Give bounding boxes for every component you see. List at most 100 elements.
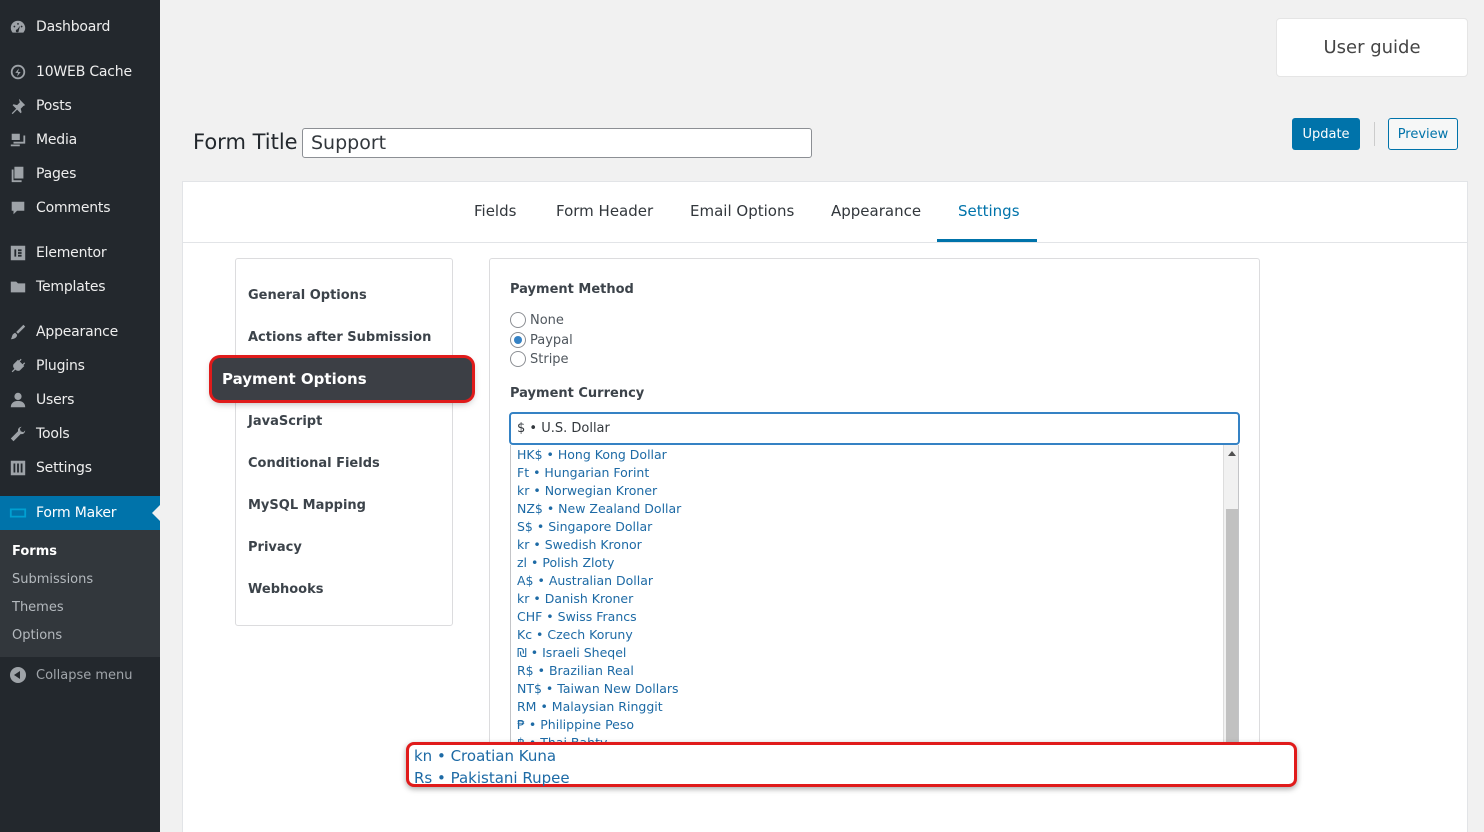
payment-method-title: Payment Method [510,282,634,297]
sidebar-item-posts[interactable]: Posts [0,89,160,123]
scroll-up-arrow-icon[interactable] [1228,451,1236,456]
pages-icon [0,165,36,183]
dropdown-scrollbar[interactable] [1223,445,1238,744]
currency-option[interactable]: HK$ • Hong Kong Dollar [517,447,667,462]
preview-button[interactable]: Preview [1388,118,1458,150]
radio-label: Stripe [530,351,569,367]
settings-nav-privacy[interactable]: Privacy [248,540,302,555]
radio-button[interactable] [510,351,526,367]
currency-option[interactable]: Kc • Czech Koruny [517,627,633,642]
settings-nav-actions-after-submission[interactable]: Actions after Submission [248,330,431,345]
sidebar-item-label: Plugins [36,358,85,374]
button-divider [1374,122,1375,146]
sidebar-item-plugins[interactable]: Plugins [0,349,160,383]
sidebar-item-dashboard[interactable]: Dashboard [0,10,160,44]
settings-nav-webhooks[interactable]: Webhooks [248,582,324,597]
currency-option[interactable]: kr • Swedish Kronor [517,537,642,552]
form-maker-submenu: Forms Submissions Themes Options [0,530,160,657]
currency-option[interactable]: S$ • Singapore Dollar [517,519,652,534]
tabs-bar: Fields Form Header Email Options Appeara… [183,182,1467,243]
sidebar-item-label: Templates [36,279,106,295]
form-title-input[interactable] [302,128,812,158]
radio-button-checked[interactable] [510,332,526,348]
tab-form-header[interactable]: Form Header [556,202,653,220]
active-tab-underline [937,239,1037,242]
cache-icon [0,63,36,81]
sidebar-item-comments[interactable]: Comments [0,191,160,225]
sidebar-item-elementor[interactable]: Elementor [0,236,160,270]
collapse-menu-label: Collapse menu [36,667,133,683]
user-guide-button[interactable]: User guide [1276,18,1468,77]
sidebar-item-templates[interactable]: Templates [0,270,160,304]
sidebar-item-users[interactable]: Users [0,383,160,417]
settings-nav-general-options[interactable]: General Options [248,288,367,303]
currency-option[interactable]: kr • Danish Kroner [517,591,633,606]
settings-nav-mysql-mapping[interactable]: MySQL Mapping [248,498,366,513]
sidebar-item-appearance[interactable]: Appearance [0,315,160,349]
sidebar-item-media[interactable]: Media [0,123,160,157]
comment-icon [0,199,36,217]
brush-icon [0,323,36,341]
payment-method-stripe[interactable]: Stripe [510,351,569,367]
currency-option[interactable]: ₱ • Philippine Peso [517,717,634,732]
currency-option[interactable]: zl • Polish Zloty [517,555,614,570]
submenu-item-themes[interactable]: Themes [12,600,64,615]
dashboard-icon [0,18,36,36]
plug-icon [0,357,36,375]
sidebar-item-label: Users [36,392,75,408]
currency-option[interactable]: R$ • Brazilian Real [517,663,634,678]
wrench-icon [0,425,36,443]
sidebar-item-label: Posts [36,98,72,114]
currency-option-pakistani-rupee[interactable]: Rs • Pakistani Rupee [414,769,570,787]
currency-option[interactable]: NZ$ • New Zealand Dollar [517,501,681,516]
currency-option[interactable]: RM • Malaysian Ringgit [517,699,663,714]
currency-option[interactable]: ₪ • Israeli Sheqel [517,645,626,660]
currency-option[interactable]: kr • Norwegian Kroner [517,483,657,498]
payment-currency-title: Payment Currency [510,386,645,401]
sidebar-item-pages[interactable]: Pages [0,157,160,191]
highlighted-currency-callout: kn • Croatian Kuna Rs • Pakistani Rupee [406,742,1297,787]
submenu-item-forms[interactable]: Forms [12,544,57,559]
form-title-label: Form Title [193,130,298,154]
submenu-item-options[interactable]: Options [12,628,62,643]
sidebar-item-10web-cache[interactable]: 10WEB Cache [0,55,160,89]
elementor-icon [0,244,36,262]
scrollbar-thumb[interactable] [1226,509,1238,744]
sidebar-item-label: Elementor [36,245,107,261]
currency-option-croatian-kuna[interactable]: kn • Croatian Kuna [414,747,556,765]
currency-option[interactable]: CHF • Swiss Francs [517,609,637,624]
submenu-item-submissions[interactable]: Submissions [12,572,93,587]
tab-email-options[interactable]: Email Options [690,202,794,220]
sidebar-item-label: Tools [36,426,70,442]
media-icon [0,131,36,149]
sidebar-item-label: Media [36,132,78,148]
form-maker-icon [0,504,36,522]
collapse-menu-button[interactable]: Collapse menu [0,662,160,688]
radio-label: None [530,312,564,328]
currency-option[interactable]: A$ • Australian Dollar [517,573,653,588]
sidebar-item-form-maker[interactable]: Form Maker [0,496,160,530]
folder-icon [0,278,36,296]
settings-nav-payment-options[interactable]: Payment Options [212,358,472,400]
tab-settings[interactable]: Settings [958,202,1020,220]
sidebar-item-label: Appearance [36,324,119,340]
currency-select[interactable]: $ • U.S. Dollar [509,412,1240,445]
tab-appearance[interactable]: Appearance [831,202,921,220]
sidebar-item-label: 10WEB Cache [36,64,132,80]
currency-option[interactable]: Ft • Hungarian Forint [517,465,649,480]
admin-sidebar: Dashboard 10WEB Cache Posts Media Pages … [0,0,160,832]
payment-method-paypal[interactable]: Paypal [510,332,573,348]
settings-nav-javascript[interactable]: JavaScript [248,414,322,429]
tab-fields[interactable]: Fields [474,202,516,220]
settings-nav-conditional-fields[interactable]: Conditional Fields [248,456,380,471]
radio-button[interactable] [510,312,526,328]
sidebar-item-tools[interactable]: Tools [0,417,160,451]
currency-option[interactable]: NT$ • Taiwan New Dollars [517,681,679,696]
sidebar-item-settings[interactable]: Settings [0,451,160,485]
currency-dropdown-list: HK$ • Hong Kong Dollar Ft • Hungarian Fo… [510,445,1239,745]
sidebar-item-label: Comments [36,200,111,216]
pin-icon [0,97,36,115]
payment-method-none[interactable]: None [510,312,564,328]
update-button[interactable]: Update [1292,118,1360,150]
sidebar-item-label: Form Maker [36,505,117,521]
